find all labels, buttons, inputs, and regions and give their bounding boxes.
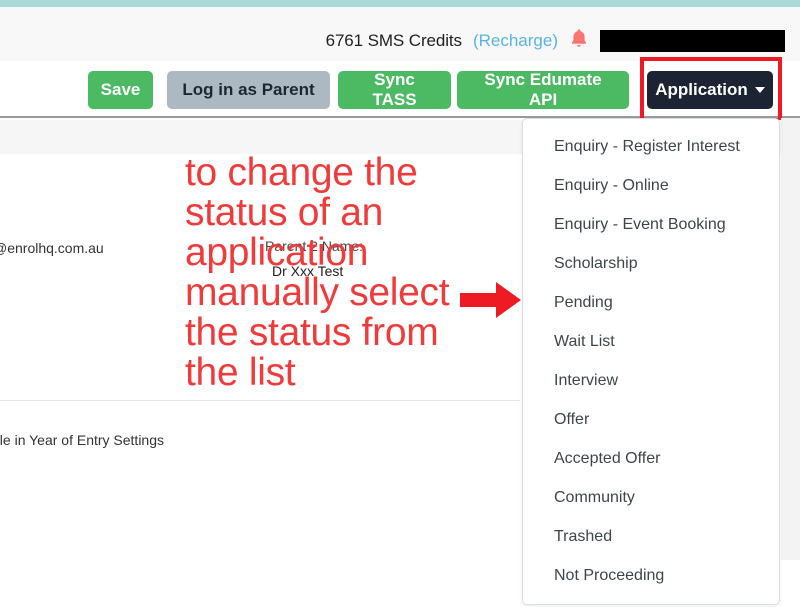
sms-credits-text: 6761 SMS Credits [325, 30, 462, 50]
save-button[interactable]: Save [88, 71, 153, 109]
action-toolbar: Save Log in as Parent Sync TASS Sync Edu… [0, 61, 800, 118]
menu-item-not-proceeding[interactable]: Not Proceeding [523, 556, 779, 595]
menu-item-accepted-offer[interactable]: Accepted Offer [523, 439, 779, 478]
top-accent-strip [0, 0, 800, 7]
application-status-dropdown-button[interactable]: Application [647, 71, 773, 109]
menu-item-pending[interactable]: Pending [523, 283, 779, 322]
menu-item-enquiry-event-booking[interactable]: Enquiry - Event Booking [523, 205, 779, 244]
sms-credits-group: 6761 SMS Credits (Recharge) [326, 27, 785, 54]
arrow-right-icon [460, 280, 522, 325]
email-field-value: @enrolhq.com.au [0, 240, 104, 256]
recharge-link[interactable]: (Recharge) [473, 31, 558, 51]
annotation-line-3: application [185, 231, 369, 274]
year-of-entry-note: ilable in Year of Entry Settings [0, 432, 165, 448]
chevron-down-icon [754, 87, 765, 93]
menu-item-community[interactable]: Community [523, 478, 779, 517]
annotation-text: to change the status of an application m… [185, 153, 515, 393]
redacted-account-label [600, 29, 785, 52]
annotation-line-2: status of an [185, 191, 384, 234]
sync-edumate-api-button[interactable]: Sync Edumate API [457, 70, 629, 109]
page-header: 6761 SMS Credits (Recharge) [0, 7, 800, 61]
bell-icon[interactable] [569, 27, 589, 54]
application-page: 6761 SMS Credits (Recharge) Save Log in … [0, 0, 800, 607]
menu-item-trashed[interactable]: Trashed [523, 517, 779, 556]
application-status-menu: Enquiry - Register Interest Enquiry - On… [522, 118, 780, 605]
menu-item-interview[interactable]: Interview [523, 361, 779, 400]
menu-item-wait-list[interactable]: Wait List [523, 322, 779, 361]
menu-item-enquiry-online[interactable]: Enquiry - Online [523, 166, 779, 205]
log-in-as-parent-button[interactable]: Log in as Parent [167, 71, 330, 109]
right-gutter [781, 118, 800, 560]
sync-tass-button[interactable]: Sync TASS [338, 70, 451, 109]
menu-item-scholarship[interactable]: Scholarship [523, 244, 779, 283]
application-button-label: Application [655, 80, 748, 99]
annotation-line-1: to change the [185, 151, 418, 194]
menu-item-offer[interactable]: Offer [523, 400, 779, 439]
menu-item-enquiry-register-interest[interactable]: Enquiry - Register Interest [523, 127, 779, 166]
section-divider [0, 400, 520, 401]
annotation-line-6: the list [185, 351, 296, 394]
